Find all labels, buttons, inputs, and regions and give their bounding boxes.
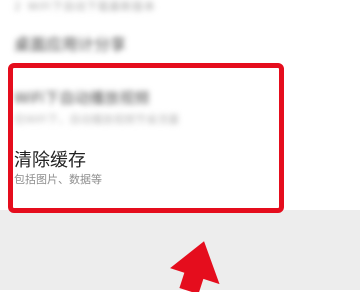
top-hint-number: 2 (14, 0, 22, 13)
highlight-box (8, 63, 284, 213)
top-hint: 2 WiFi下自动下载最新版本 (14, 0, 155, 14)
settings-page: 2 WiFi下自动下载最新版本 桌面应用计分享 WiFi下自动播放视频 仅WiFi… (0, 0, 360, 292)
top-hint-text: WiFi下自动下载最新版本 (27, 0, 156, 13)
arrow-up-icon (170, 241, 220, 292)
setting-row-unread-title: 桌面应用计分享 (14, 35, 127, 54)
